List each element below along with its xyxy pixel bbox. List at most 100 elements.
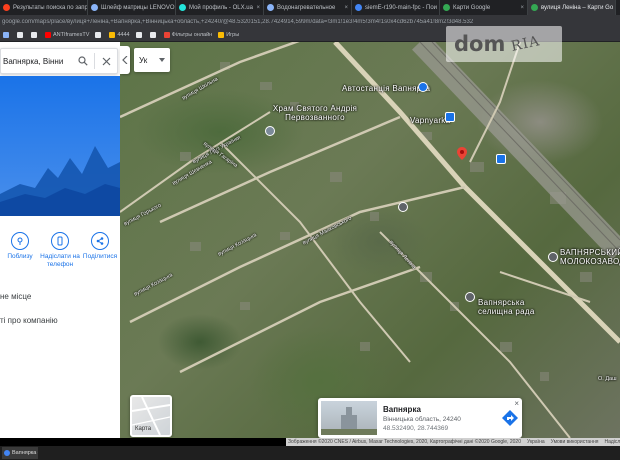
search-icon[interactable] — [76, 56, 90, 66]
place-hero-image[interactable] — [0, 76, 120, 216]
chevron-left-icon — [122, 56, 128, 64]
location-pin-icon[interactable] — [457, 147, 467, 160]
apps-icon — [3, 32, 9, 38]
place-title: Вапнярка — [383, 404, 421, 414]
screen: Результаты поиска по запр×Шлейф матрицы … — [0, 0, 620, 460]
thumbnail-building — [321, 407, 377, 435]
browser-tab[interactable]: вулиця Леніна – Карти Go× — [528, 0, 616, 15]
search-input[interactable]: Вапнярка, Вінни — [1, 57, 76, 66]
attribution-item[interactable]: Умови використання — [551, 439, 599, 445]
tab-close-icon[interactable]: × — [518, 5, 524, 11]
bookmark-item[interactable] — [92, 32, 106, 38]
train-station-icon[interactable] — [445, 112, 455, 122]
tab-close-icon[interactable]: × — [342, 5, 348, 11]
place-action-label: Поблизу — [7, 253, 33, 260]
bookmark-item[interactable] — [0, 32, 14, 38]
taskbar-item[interactable]: Вапнярка – Кар... — [2, 447, 38, 459]
bookmark-item[interactable] — [14, 32, 28, 38]
bookmark-item[interactable] — [147, 32, 161, 38]
chrome-icon — [4, 450, 10, 456]
directions-button[interactable] — [498, 410, 522, 426]
nearby-icon — [11, 232, 29, 250]
bookmark-item[interactable]: ANTIframesTV — [42, 32, 92, 38]
page-icon — [135, 32, 142, 38]
watermark-ria: RIA — [509, 33, 542, 55]
language-value: Ук — [139, 55, 148, 65]
place-action-button[interactable]: Поблизу — [0, 232, 40, 269]
church-icon[interactable] — [265, 126, 275, 136]
search-box[interactable]: Вапнярка, Вінни — [0, 48, 118, 74]
map-label-dairy-plant[interactable]: ВАПНЯРСЬКИЙ МОЛОКОЗАВОД — [560, 248, 620, 266]
chevron-down-icon — [159, 58, 165, 62]
browser-tab-title: Шлейф матрицы LENOVO — [101, 4, 175, 11]
page-icon — [149, 32, 156, 38]
add-missing-place-link[interactable]: не місце — [0, 292, 31, 301]
place-action-button[interactable]: Поділитися — [80, 232, 120, 269]
map-layer-toggle[interactable]: Карта — [130, 395, 172, 437]
add-business-link[interactable]: ті про компанію — [0, 316, 58, 325]
shop-icon[interactable] — [496, 154, 506, 164]
bookmark-label: ANTIframesTV — [53, 32, 90, 38]
folder-icon — [109, 32, 116, 38]
phone-icon — [51, 232, 69, 250]
attribution-item[interactable]: Зображення ©2020 CNES / Airbus, Maxar Te… — [288, 439, 521, 445]
map-label-bus-station[interactable]: Автостанція Вапнярка — [342, 84, 430, 93]
browser-tab[interactable]: Шлейф матрицы LENOVO× — [88, 0, 176, 15]
browser-tab[interactable]: Мой профиль - OLX.ua × — [176, 0, 264, 15]
street-label-partial: О. Даш — [598, 376, 617, 382]
bookmark-item[interactable] — [28, 32, 42, 38]
place-thumbnail[interactable] — [321, 401, 377, 435]
map-label-church-text: Храм Святого Андрія Первозванного — [272, 104, 358, 122]
map-label-village-council-text: Вапнярська селищна рада — [478, 298, 535, 316]
map-label-dairy-plant-text: ВАПНЯРСЬКИЙ МОЛОКОЗАВОД — [560, 248, 620, 266]
google-maps-icon — [531, 4, 538, 11]
map-layer-label: Карта — [135, 426, 152, 432]
close-icon[interactable] — [99, 57, 113, 66]
watermark-dom: dom — [454, 32, 506, 56]
place-panel: Вапнярка, Вінни Поблизу Надіслати на теле… — [0, 42, 120, 438]
browser-tab-title: Водонагревательное — [277, 4, 336, 11]
place-coordinates: 48.532490, 28.744369 — [383, 424, 449, 432]
attribution-item[interactable]: Надіслати відгук — [604, 439, 620, 445]
place-action-button[interactable]: Надіслати на телефон — [40, 232, 80, 269]
tab-close-icon[interactable]: × — [613, 5, 615, 11]
page-icon — [31, 32, 37, 38]
browser-tab[interactable]: Водонагревательное × — [264, 0, 352, 15]
bus-station-icon[interactable] — [418, 82, 428, 92]
card-close-icon[interactable]: × — [514, 399, 519, 408]
place-region: Вінницька область, 24240 — [383, 415, 461, 423]
bookmark-item[interactable]: Фільтры онлайн — [161, 32, 216, 38]
map-label-church[interactable]: Храм Святого Андрія Первозванного — [265, 104, 365, 122]
page-icon — [163, 32, 170, 38]
yandex-icon — [3, 4, 10, 11]
government-icon[interactable] — [465, 292, 475, 302]
google-icon — [355, 4, 362, 11]
browser-tab[interactable]: siemE-r190-main-fpc - Пои× — [352, 0, 440, 15]
bookmark-item[interactable] — [133, 32, 147, 38]
directions-icon — [502, 410, 518, 426]
tab-close-icon[interactable]: × — [254, 5, 260, 11]
address-url[interactable]: google.com/maps/place/вулиця+Леніна,+Вап… — [2, 19, 473, 25]
place-info: Вапнярка Вінницька область, 24240 48.532… — [383, 405, 498, 432]
factory-icon[interactable] — [548, 252, 558, 262]
bookmark-label: Игры — [226, 32, 240, 38]
youtube-icon — [45, 32, 51, 38]
place-icon[interactable] — [398, 202, 408, 212]
bookmark-item[interactable]: 4444 — [106, 32, 132, 38]
attribution-item[interactable]: Україна — [527, 439, 545, 445]
collapse-panel-button[interactable] — [120, 46, 130, 74]
domria-watermark: dom RIA — [446, 26, 562, 62]
taskbar-item-label: Вапнярка – Кар... — [12, 450, 38, 456]
place-info-card[interactable]: Вапнярка Вінницька область, 24240 48.532… — [318, 398, 522, 438]
browser-tab[interactable]: Результаты поиска по запр× — [0, 0, 88, 15]
map-label-village-council[interactable]: Вапнярська селищна рада — [478, 298, 538, 316]
satellite-map[interactable]: Автостанція Вапнярка Храм Святого Андрія… — [120, 42, 620, 438]
bookmark-item[interactable]: Игры — [215, 32, 242, 38]
browser-tab-title: Мой профиль - OLX.ua — [189, 4, 253, 11]
browser-tab-strip: Результаты поиска по запр×Шлейф матрицы … — [0, 0, 620, 15]
map-roads — [120, 42, 620, 438]
bookmark-label: Фільтры онлайн — [171, 32, 213, 38]
browser-tab[interactable]: Карти Google × — [440, 0, 528, 15]
browser-tab-title: siemE-r190-main-fpc - Пои — [365, 4, 438, 11]
language-selector[interactable]: Ук — [134, 48, 170, 72]
